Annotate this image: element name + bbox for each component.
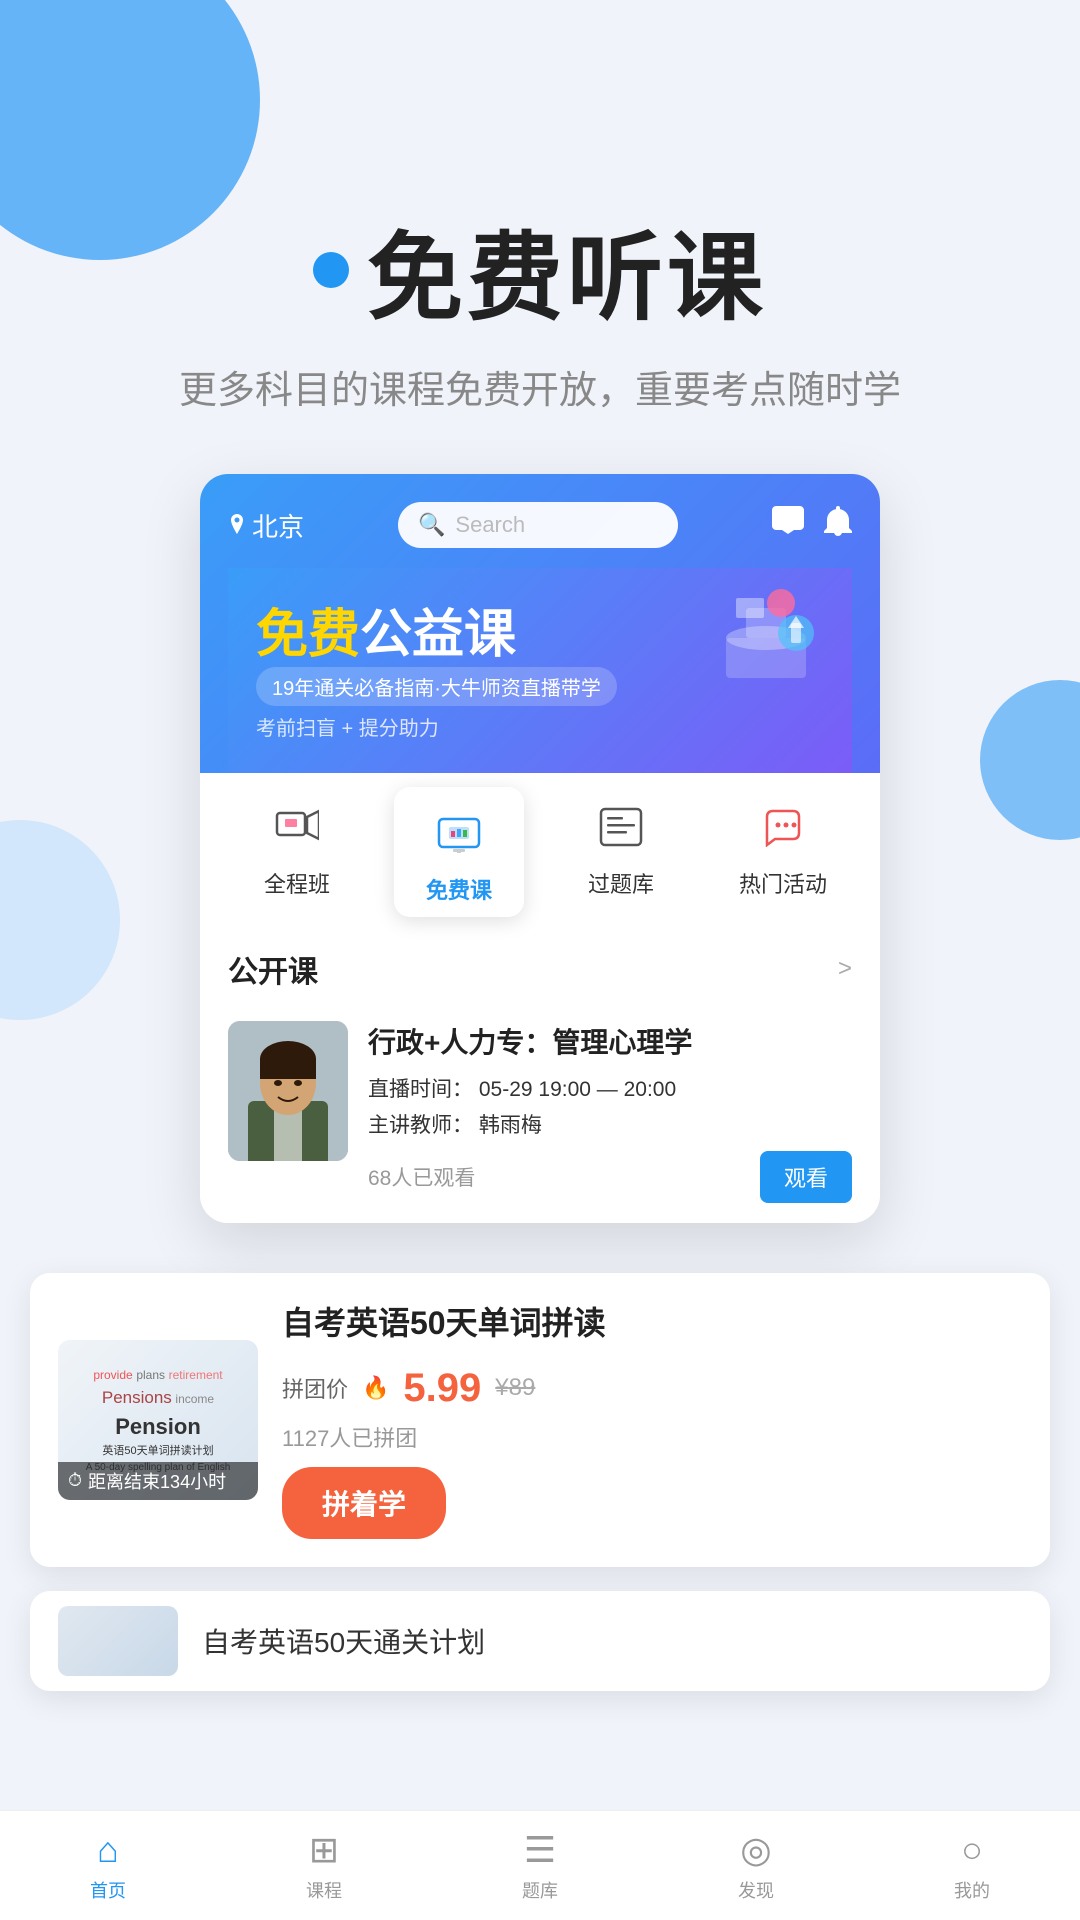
product-card-0: provide plans retirement Pensions income…	[30, 1273, 1050, 1567]
price-current: 5.99	[403, 1366, 481, 1411]
nav-label-0: 全程班	[264, 867, 330, 899]
course-info: 行政+人力专：管理心理学 直播时间： 05-29 19:00 — 20:00 主…	[368, 1021, 852, 1203]
hero-section: 免费听课 更多科目的课程免费开放，重要考点随时学	[0, 0, 1080, 414]
teacher-photo	[228, 1021, 348, 1161]
clock-icon: ⏱	[68, 1470, 82, 1491]
tab-home-label: 首页	[90, 1877, 126, 1903]
location-badge: 北京	[228, 507, 304, 544]
courses-icon: ⊞	[309, 1829, 339, 1871]
banner-free-text: 免费	[256, 592, 360, 667]
product-info-0: 自考英语50天单词拼读 拼团价 🔥 5.99 ¥89 1127人已拼团 拼着学	[282, 1301, 1022, 1539]
course-teacher: 主讲教师： 韩雨梅	[368, 1109, 852, 1139]
nav-icon-0	[267, 797, 327, 857]
course-title: 行政+人力专：管理心理学	[368, 1021, 852, 1061]
product-cards-area: provide plans retirement Pensions income…	[0, 1273, 1080, 1691]
course-time: 直播时间： 05-29 19:00 — 20:00	[368, 1073, 852, 1103]
exam-icon: ☰	[524, 1829, 556, 1871]
hero-dot	[313, 252, 349, 288]
product-image-0: provide plans retirement Pensions income…	[58, 1340, 258, 1500]
nav-item-2[interactable]: 过题库	[556, 797, 686, 927]
nav-item-1[interactable]: 免费课	[394, 787, 524, 917]
product-image-1	[58, 1606, 178, 1676]
product-title-1: 自考英语50天通关计划	[202, 1621, 485, 1661]
watch-button[interactable]: 观看	[760, 1151, 852, 1203]
timer-badge: ⏱ 距离结束134小时	[58, 1462, 258, 1500]
tab-profile-label: 我的	[954, 1877, 990, 1903]
tab-exam-label: 题库	[522, 1877, 558, 1903]
tab-discover-label: 发现	[738, 1877, 774, 1903]
nav-item-0[interactable]: 全程班	[232, 797, 362, 927]
hero-subtitle: 更多科目的课程免费开放，重要考点随时学	[0, 359, 1080, 414]
timer-text: 距离结束134小时	[88, 1468, 226, 1494]
tab-profile[interactable]: ○ 我的	[892, 1829, 1052, 1903]
tab-courses-label: 课程	[306, 1877, 342, 1903]
message-icon[interactable]	[772, 506, 804, 545]
location-text: 北京	[252, 507, 304, 544]
group-count: 1127人已拼团	[282, 1421, 1022, 1453]
viewer-count: 68人已观看	[368, 1162, 475, 1192]
nav-icon-1	[429, 803, 489, 863]
banner-illustration	[686, 578, 836, 688]
location-icon	[228, 514, 246, 536]
home-icon: ⌂	[97, 1829, 119, 1871]
search-placeholder: Search	[455, 512, 525, 538]
app-top-bar: 北京 🔍 Search	[228, 502, 852, 548]
join-btn[interactable]: 拼着学	[282, 1467, 446, 1539]
nav-item-3[interactable]: 热门活动	[718, 797, 848, 927]
bg-decoration-circle-right	[980, 680, 1080, 840]
nav-label-3: 热门活动	[739, 867, 827, 899]
section-more-btn[interactable]: >	[838, 955, 852, 983]
nav-icon-3	[753, 797, 813, 857]
banner-main-text: 公益课	[360, 592, 516, 667]
nav-label-1: 免费课	[426, 873, 492, 905]
course-bottom: 68人已观看 观看	[368, 1151, 852, 1203]
app-nav-icons: 全程班 免费课	[200, 773, 880, 927]
header-icons	[772, 506, 852, 545]
discover-icon: ◎	[740, 1829, 771, 1871]
notification-icon[interactable]	[824, 506, 852, 545]
price-original: ¥89	[495, 1374, 535, 1402]
tab-courses[interactable]: ⊞ 课程	[244, 1829, 404, 1903]
price-row: 拼团价 🔥 5.99 ¥89	[282, 1366, 1022, 1411]
bg-decoration-circle-left	[0, 820, 120, 1020]
tab-exam[interactable]: ☰ 题库	[460, 1829, 620, 1903]
profile-icon: ○	[961, 1829, 983, 1871]
time-value: 05-29 19:00 — 20:00	[479, 1078, 676, 1101]
tab-home[interactable]: ⌂ 首页	[28, 1829, 188, 1903]
section-header-open-course: 公开课 >	[200, 927, 880, 1005]
nav-icon-2	[591, 797, 651, 857]
tab-discover[interactable]: ◎ 发现	[676, 1829, 836, 1903]
price-label: 拼团价	[282, 1372, 348, 1404]
teacher-label: 主讲教师：	[368, 1114, 473, 1137]
price-icon: 🔥	[362, 1375, 389, 1401]
product-title-0: 自考英语50天单词拼读	[282, 1301, 1022, 1346]
banner-sub: 考前扫盲 + 提分助力	[256, 712, 824, 741]
banner-badge: 19年通关必备指南·大牛师资直播带学	[256, 667, 617, 706]
product-card-1: 自考英语50天通关计划	[30, 1591, 1050, 1691]
section-title: 公开课	[228, 947, 318, 991]
bottom-nav: ⌂ 首页 ⊞ 课程 ☰ 题库 ◎ 发现 ○ 我的	[0, 1810, 1080, 1920]
search-bar[interactable]: 🔍 Search	[398, 502, 678, 548]
hero-title: 免费听课	[367, 200, 767, 339]
course-card: 行政+人力专：管理心理学 直播时间： 05-29 19:00 — 20:00 主…	[200, 1005, 880, 1223]
nav-label-2: 过题库	[588, 867, 654, 899]
phone-card: 北京 🔍 Search	[200, 474, 880, 1223]
app-banner: 免费 公益课 19年通关必备指南·大牛师资直播带学 考前扫盲 + 提分助力	[228, 568, 852, 773]
time-label: 直播时间：	[368, 1078, 473, 1101]
hero-title-row: 免费听课	[0, 200, 1080, 339]
teacher-name: 韩雨梅	[479, 1114, 542, 1137]
app-header: 北京 🔍 Search	[200, 474, 880, 773]
search-icon: 🔍	[418, 512, 445, 538]
